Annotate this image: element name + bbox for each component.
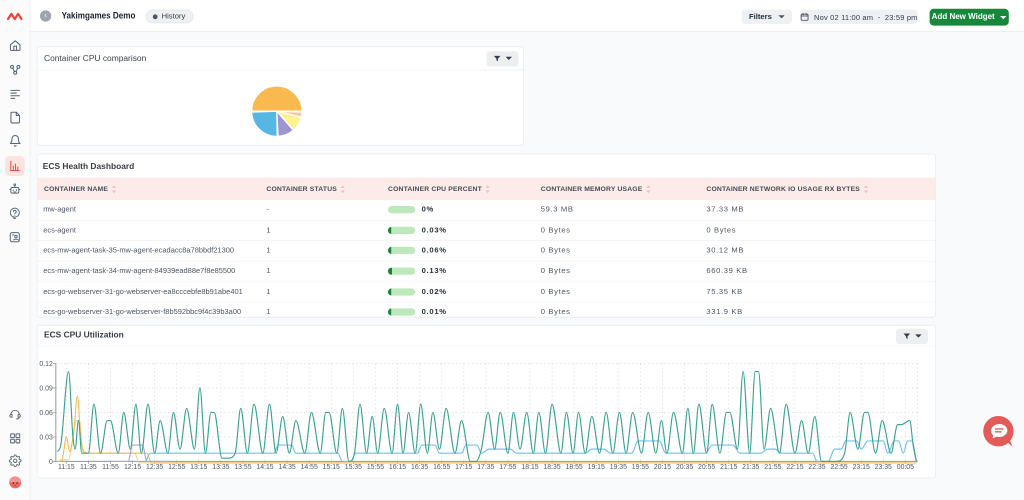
svg-text:00:05: 00:05 (897, 464, 914, 471)
svg-text:0.06: 0.06 (39, 409, 53, 416)
svg-text:16:15: 16:15 (389, 464, 406, 471)
svg-text:14:55: 14:55 (301, 464, 318, 471)
svg-text:0.09: 0.09 (39, 385, 53, 392)
svg-text:22:35: 22:35 (808, 464, 825, 471)
svg-text:16:55: 16:55 (433, 464, 450, 471)
svg-text:17:55: 17:55 (499, 464, 516, 471)
svg-text:17:15: 17:15 (455, 464, 472, 471)
svg-text:15:15: 15:15 (323, 464, 340, 471)
svg-text:12:15: 12:15 (124, 464, 141, 471)
svg-text:13:15: 13:15 (190, 464, 207, 471)
svg-text:11:55: 11:55 (102, 464, 119, 471)
svg-text:18:55: 18:55 (566, 464, 583, 471)
svg-text:13:55: 13:55 (234, 464, 251, 471)
svg-text:12:35: 12:35 (146, 464, 163, 471)
svg-text:20:15: 20:15 (654, 464, 671, 471)
svg-text:15:35: 15:35 (345, 464, 362, 471)
svg-text:11:35: 11:35 (80, 464, 97, 471)
svg-text:20:35: 20:35 (676, 464, 693, 471)
svg-text:17:35: 17:35 (477, 464, 494, 471)
svg-text:0.12: 0.12 (39, 360, 53, 367)
svg-text:15:55: 15:55 (367, 464, 384, 471)
svg-text:21:55: 21:55 (764, 464, 781, 471)
svg-text:19:35: 19:35 (610, 464, 627, 471)
svg-text:14:15: 14:15 (256, 464, 273, 471)
svg-text:11:15: 11:15 (58, 464, 75, 471)
svg-text:19:15: 19:15 (588, 464, 605, 471)
svg-text:14:35: 14:35 (279, 464, 296, 471)
svg-text:20:55: 20:55 (698, 464, 715, 471)
svg-text:18:35: 18:35 (543, 464, 560, 471)
svg-text:21:15: 21:15 (720, 464, 737, 471)
svg-text:19:55: 19:55 (632, 464, 649, 471)
svg-text:23:15: 23:15 (853, 464, 870, 471)
svg-text:13:35: 13:35 (212, 464, 229, 471)
svg-text:0.03: 0.03 (39, 434, 53, 441)
svg-text:12:55: 12:55 (168, 464, 185, 471)
svg-text:21:35: 21:35 (742, 464, 759, 471)
svg-text:0: 0 (49, 458, 53, 465)
svg-text:16:35: 16:35 (411, 464, 428, 471)
svg-text:18:15: 18:15 (521, 464, 538, 471)
svg-text:22:15: 22:15 (786, 464, 803, 471)
svg-text:23:35: 23:35 (875, 464, 892, 471)
svg-text:22:55: 22:55 (831, 464, 848, 471)
